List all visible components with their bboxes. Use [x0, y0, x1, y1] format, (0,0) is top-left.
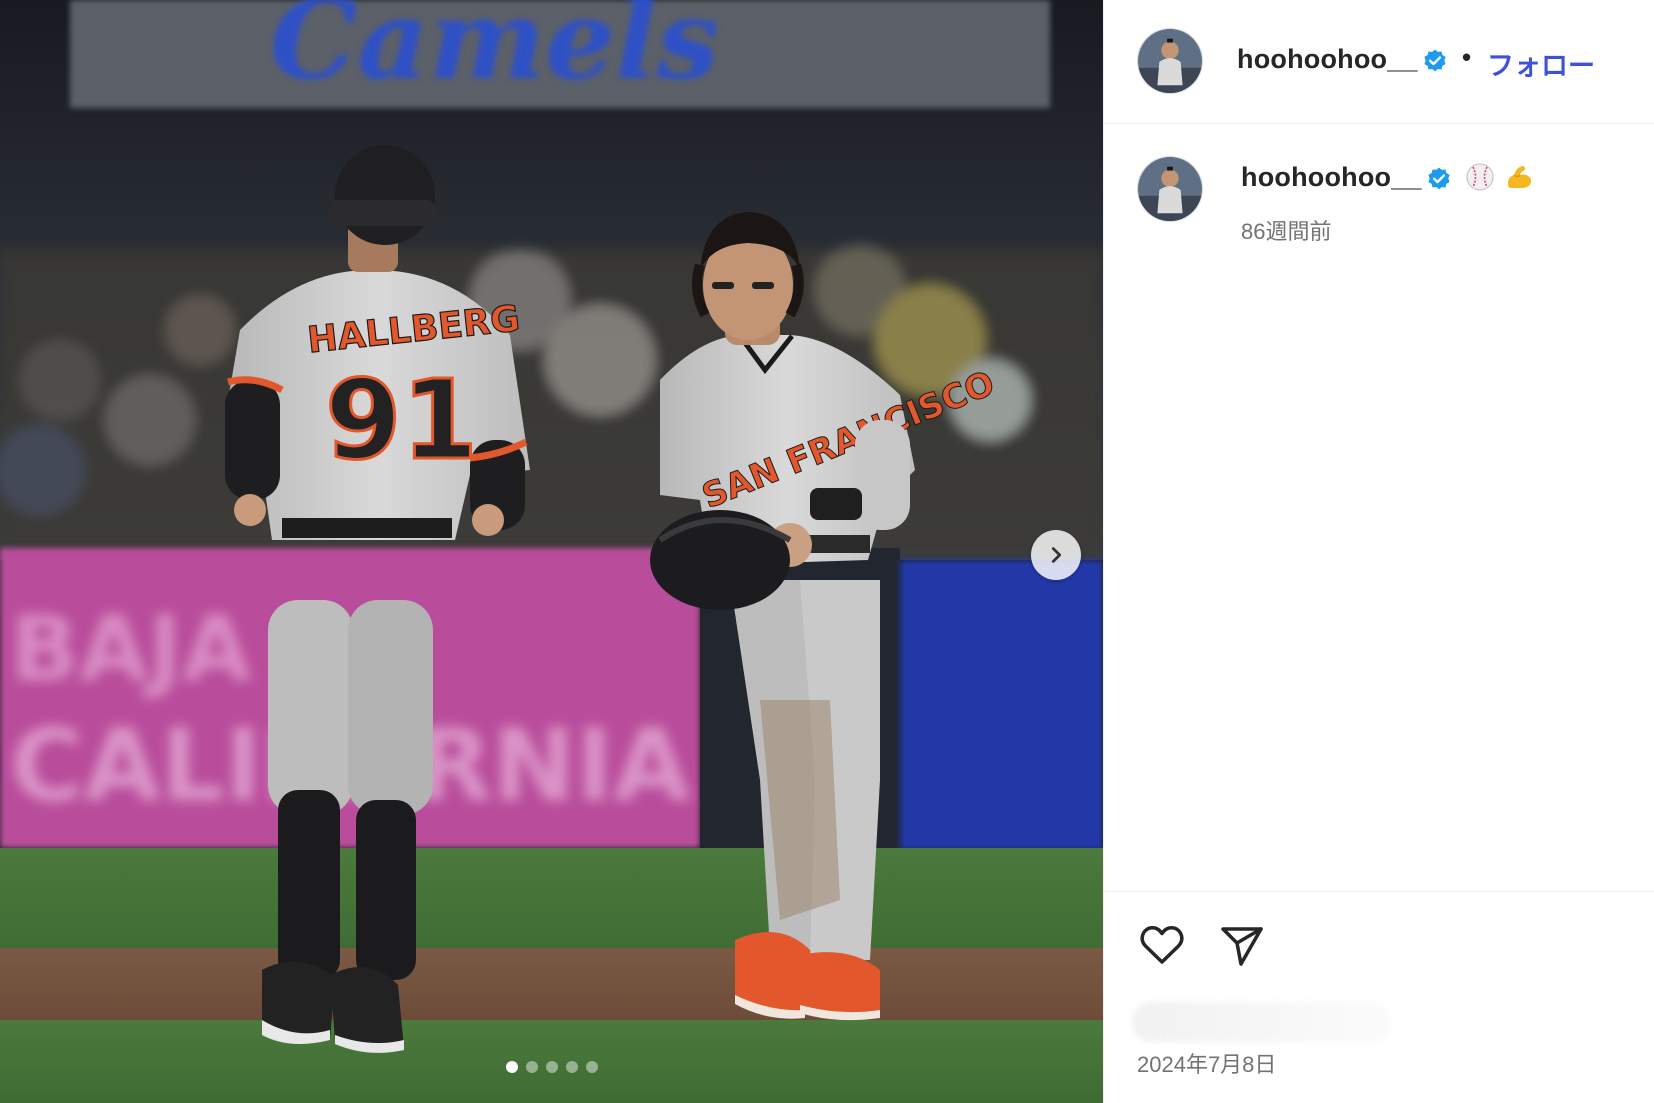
caption-username[interactable]: hoohoohoo__ [1241, 162, 1422, 193]
post-photo: Camels BAJA CALIFORNIA [0, 0, 1103, 1103]
baseball-emoji-icon [1466, 163, 1494, 191]
post-media[interactable]: Camels BAJA CALIFORNIA [0, 0, 1103, 1103]
chevron-right-icon [1051, 547, 1062, 563]
carousel-dot[interactable] [545, 1061, 558, 1073]
verified-badge-icon [1428, 167, 1450, 190]
carousel-dot[interactable] [505, 1061, 518, 1073]
avatar-image [1138, 29, 1202, 93]
avatar[interactable] [1137, 156, 1203, 222]
avatar[interactable] [1137, 28, 1203, 94]
carousel-indicator [0, 1061, 1103, 1073]
follow-button[interactable]: フォロー [1487, 44, 1595, 83]
header-separator: • [1462, 42, 1472, 72]
verified-badge-icon [1424, 49, 1446, 72]
header-username[interactable]: hoohoohoo__ [1237, 44, 1418, 75]
post-date: 2024年7月8日 [1137, 1052, 1277, 1077]
svg-text:BAJA: BAJA [10, 597, 252, 702]
carousel-next-button[interactable] [1031, 530, 1081, 580]
heart-icon[interactable] [1137, 920, 1187, 970]
carousel-dot[interactable] [565, 1061, 578, 1073]
post-sidebar: hoohoohoo__ • フォロー hoohoohoo__ 86週間前 202… [1103, 0, 1654, 1103]
carousel-dot[interactable] [585, 1061, 598, 1073]
likes-count-blurred [1132, 1002, 1392, 1042]
svg-text:Camels: Camels [270, 0, 719, 104]
paper-plane-icon[interactable] [1217, 920, 1267, 970]
post-actions: 2024年7月8日 [1104, 891, 1654, 1103]
svg-text:91: 91 [325, 356, 478, 484]
carousel-dot[interactable] [525, 1061, 538, 1073]
avatar-image [1138, 157, 1202, 221]
flexed-biceps-emoji-icon [1507, 166, 1532, 188]
post-header: hoohoohoo__ • フォロー [1104, 0, 1654, 124]
relative-timestamp: 86週間前 [1241, 219, 1332, 244]
